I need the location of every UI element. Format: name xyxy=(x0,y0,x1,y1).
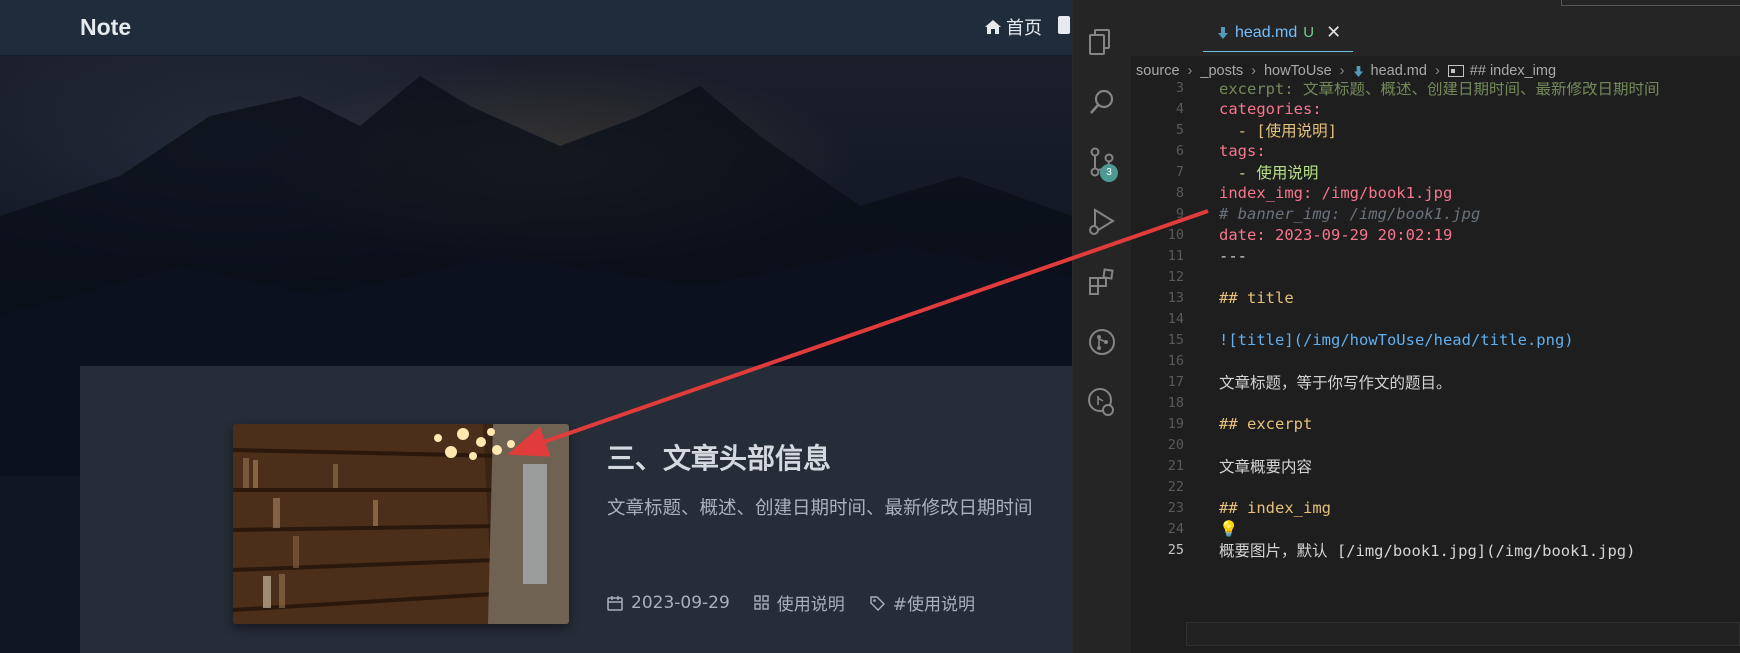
annotation-arrow-line xyxy=(507,209,1209,457)
annotation-arrow xyxy=(507,209,1209,457)
